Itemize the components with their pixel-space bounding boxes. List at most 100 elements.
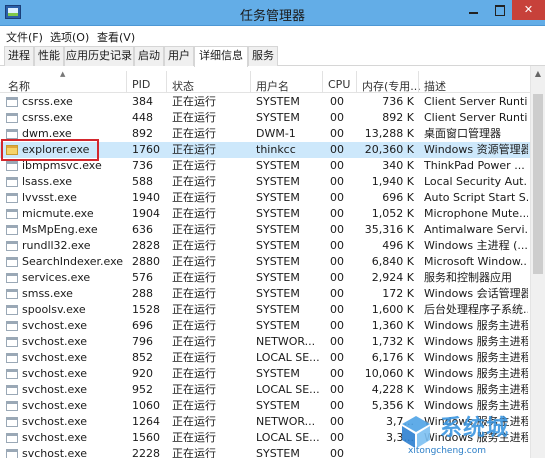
process-description: 服务和控制器应用: [424, 271, 512, 284]
column-name[interactable]: 名称: [8, 78, 30, 94]
process-icon: [6, 305, 18, 315]
column-description[interactable]: 描述: [424, 78, 446, 94]
process-cpu: 00: [330, 287, 344, 300]
table-row[interactable]: explorer.exe 1760 正在运行 thinkcc 00 20,360 K Win…: [0, 142, 530, 158]
column-cpu[interactable]: CPU: [328, 78, 350, 91]
column-pid[interactable]: PID: [132, 78, 150, 91]
table-row[interactable]: ibmpmsvc.exe 736 正在运行 SYSTEM 00 340 K ThinkPad…: [0, 158, 530, 174]
table-row[interactable]: dwm.exe 892 正在运行 DWM-1 00 13,288 K 桌面窗口管理器: [0, 126, 530, 142]
process-memory: 1,360 K: [371, 319, 414, 332]
table-row[interactable]: svchost.exe 852 正在运行 LOCAL SE... 00 6,176 K Wi…: [0, 350, 530, 366]
process-pid: 2228: [132, 447, 160, 458]
title-bar[interactable]: 任务管理器: [0, 0, 545, 26]
table-row[interactable]: svchost.exe 952 正在运行 LOCAL SE... 00 4,228 K Wi…: [0, 382, 530, 398]
tab-startup[interactable]: 启动: [134, 46, 164, 66]
scroll-thumb[interactable]: [533, 94, 543, 274]
process-name: smss.exe: [22, 287, 73, 300]
process-memory: 35,316 K: [364, 223, 414, 236]
table-row[interactable]: micmute.exe 1904 正在运行 SYSTEM 00 1,052 K Microp…: [0, 206, 530, 222]
table-row[interactable]: MsMpEng.exe 636 正在运行 SYSTEM 00 35,316 K Antima…: [0, 222, 530, 238]
process-memory: 696 K: [382, 191, 414, 204]
process-icon: [6, 225, 18, 235]
process-icon: [6, 193, 18, 203]
process-name: svchost.exe: [22, 447, 88, 458]
tab-performance[interactable]: 性能: [34, 46, 64, 66]
scroll-up-arrow-icon[interactable]: ▲: [531, 66, 545, 81]
process-status: 正在运行: [172, 335, 216, 348]
table-row[interactable]: svchost.exe 920 正在运行 SYSTEM 00 10,060 K Window…: [0, 366, 530, 382]
process-description: Client Server Runti...: [424, 95, 528, 108]
process-icon: [6, 401, 18, 411]
process-cpu: 00: [330, 143, 344, 156]
table-row[interactable]: csrss.exe 384 正在运行 SYSTEM 00 736 K Client Serv…: [0, 94, 530, 110]
process-cpu: 00: [330, 191, 344, 204]
process-name: svchost.exe: [22, 335, 88, 348]
process-memory: 172 K: [382, 287, 414, 300]
tab-users[interactable]: 用户: [164, 46, 194, 66]
column-memory[interactable]: 内存(专用...: [362, 78, 421, 94]
process-status: 正在运行: [172, 175, 216, 188]
table-row[interactable]: SearchIndexer.exe 2880 正在运行 SYSTEM 00 6,840 K…: [0, 254, 530, 270]
process-pid: 448: [132, 111, 153, 124]
process-icon: [6, 353, 18, 363]
process-icon: [6, 449, 18, 458]
column-divider[interactable]: [250, 71, 251, 93]
sort-ascending-icon: ▲: [60, 70, 66, 78]
process-username: LOCAL SE...: [256, 351, 320, 364]
table-row[interactable]: svchost.exe 796 正在运行 NETWOR... 00 1,732 K Wind…: [0, 334, 530, 350]
process-username: SYSTEM: [256, 271, 300, 284]
tab-services[interactable]: 服务: [248, 46, 278, 66]
column-divider[interactable]: [322, 71, 323, 93]
folder-icon: [6, 145, 18, 155]
table-row[interactable]: rundll32.exe 2828 正在运行 SYSTEM 00 496 K Windows…: [0, 238, 530, 254]
tab-details[interactable]: 详细信息: [194, 46, 248, 67]
tab-processes[interactable]: 进程: [4, 46, 34, 66]
table-row[interactable]: lsass.exe 588 正在运行 SYSTEM 00 1,940 K Local Sec…: [0, 174, 530, 190]
column-divider[interactable]: [418, 71, 419, 93]
process-username: SYSTEM: [256, 287, 300, 300]
process-username: SYSTEM: [256, 95, 300, 108]
table-row[interactable]: services.exe 576 正在运行 SYSTEM 00 2,924 K 服务和控制器…: [0, 270, 530, 286]
process-description: Windows 服务主进程: [424, 335, 528, 348]
process-description: ThinkPad Power ...: [424, 159, 525, 172]
process-status: 正在运行: [172, 415, 216, 428]
process-cpu: 00: [330, 415, 344, 428]
column-divider[interactable]: [126, 71, 127, 93]
column-username[interactable]: 用户名: [256, 78, 289, 94]
process-name: csrss.exe: [22, 111, 73, 124]
process-memory: 496 K: [382, 239, 414, 252]
close-button[interactable]: [512, 0, 545, 20]
process-icon: [6, 385, 18, 395]
process-pid: 576: [132, 271, 153, 284]
process-status: 正在运行: [172, 367, 216, 380]
process-username: NETWOR...: [256, 335, 316, 348]
menu-options[interactable]: 选项(O): [50, 29, 89, 45]
column-divider[interactable]: [356, 71, 357, 93]
vertical-scrollbar[interactable]: ▲: [530, 66, 545, 458]
process-cpu: 00: [330, 351, 344, 364]
menu-view[interactable]: 查看(V): [97, 29, 135, 45]
process-name: ibmpmsvc.exe: [22, 159, 102, 172]
process-status: 正在运行: [172, 143, 216, 156]
process-memory: 1,052 K: [371, 207, 414, 220]
table-row[interactable]: svchost.exe 696 正在运行 SYSTEM 00 1,360 K Windows…: [0, 318, 530, 334]
process-username: thinkcc: [256, 143, 296, 156]
maximize-button[interactable]: [486, 0, 512, 20]
process-icon: [6, 321, 18, 331]
table-row[interactable]: smss.exe 288 正在运行 SYSTEM 00 172 K Windows 会话管理…: [0, 286, 530, 302]
minimize-button[interactable]: [460, 0, 486, 20]
process-name: csrss.exe: [22, 95, 73, 108]
process-status: 正在运行: [172, 351, 216, 364]
process-description: Microsoft Window...: [424, 255, 528, 268]
menu-file[interactable]: 文件(F): [6, 29, 43, 45]
table-row[interactable]: spoolsv.exe 1528 正在运行 SYSTEM 00 1,600 K 后台处理程序…: [0, 302, 530, 318]
column-status[interactable]: 状态: [172, 78, 194, 94]
table-row[interactable]: csrss.exe 448 正在运行 SYSTEM 00 892 K Client Serv…: [0, 110, 530, 126]
process-name: svchost.exe: [22, 383, 88, 396]
process-pid: 920: [132, 367, 153, 380]
process-username: LOCAL SE...: [256, 383, 320, 396]
column-divider[interactable]: [166, 71, 167, 93]
table-row[interactable]: lvvsst.exe 1940 正在运行 SYSTEM 00 696 K Auto Scri…: [0, 190, 530, 206]
process-status: 正在运行: [172, 319, 216, 332]
tab-app-history[interactable]: 应用历史记录: [64, 46, 134, 66]
